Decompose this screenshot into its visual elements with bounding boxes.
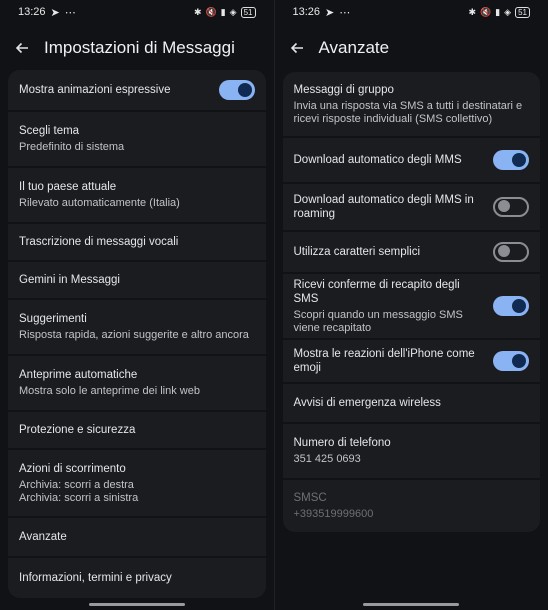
setting-emergency-alerts[interactable]: Avvisi di emergenza wireless: [282, 384, 540, 424]
setting-title: Gemini in Messaggi: [19, 274, 120, 286]
setting-title: Mostra le reazioni dell'iPhone come emoj…: [293, 348, 475, 374]
setting-title: Ricevi conferme di recapito degli SMS: [293, 278, 460, 305]
setting-sms-delivery-reports[interactable]: Ricevi conferme di recapito degli SMS Sco…: [282, 274, 540, 340]
setting-mms-roaming[interactable]: Download automatico degli MMS in roaming: [282, 184, 540, 232]
telegram-icon: ➤: [50, 6, 60, 19]
setting-title: Trascrizione di messaggi vocali: [19, 236, 179, 248]
setting-subtitle: +393519999600: [293, 508, 374, 520]
app-bar: Avanzate: [275, 30, 548, 66]
advanced-card: Messaggi di gruppo Invia una risposta via…: [282, 72, 541, 532]
expressive-animations-toggle[interactable]: [218, 80, 255, 100]
gesture-nav-bar[interactable]: [88, 603, 185, 606]
signal-icon: ▮: [220, 6, 226, 17]
setting-swipe-actions[interactable]: Azioni di scorrimento Archivia: scorri a …: [8, 450, 266, 518]
back-arrow-icon[interactable]: [12, 38, 32, 58]
status-bar: 13:26 ➤ ⋯ ✱ 🔇 ▮ ◈ 51: [0, 0, 274, 24]
setting-subtitle: Mostra solo le anteprime dei link web: [19, 385, 200, 397]
setting-expressive-animations[interactable]: Mostra animazioni espressive: [8, 70, 266, 112]
gesture-nav-bar[interactable]: [363, 603, 460, 606]
telegram-icon: ➤: [325, 6, 335, 19]
status-time: 13:26: [292, 6, 321, 18]
bluetooth-icon: ✱: [468, 6, 476, 17]
more-notifications-icon: ⋯: [339, 6, 351, 19]
setting-voice-transcription[interactable]: Trascrizione di messaggi vocali: [8, 224, 266, 262]
setting-subtitle: 351 425 0693: [293, 453, 361, 465]
advanced-list: Messaggi di gruppo Invia una risposta via…: [282, 72, 541, 532]
sms-delivery-reports-toggle[interactable]: [493, 296, 529, 316]
settings-card: Mostra animazioni espressive Scegli tema…: [8, 70, 266, 598]
wifi-icon: ◈: [504, 6, 512, 17]
mms-roaming-toggle[interactable]: [493, 197, 529, 217]
setting-subtitle: Rilevato automaticamente (Italia): [19, 197, 180, 209]
setting-title: Azioni di scorrimento: [19, 462, 126, 475]
setting-subtitle: Scopri quando un messaggio SMS viene rec…: [293, 308, 463, 334]
battery-icon: 51: [240, 6, 256, 18]
setting-title: Avvisi di emergenza wireless: [293, 397, 441, 409]
setting-title: Il tuo paese attuale: [19, 181, 117, 193]
setting-iphone-reactions[interactable]: Mostra le reazioni dell'iPhone come emoj…: [282, 340, 540, 384]
setting-phone-number[interactable]: Numero di telefono 351 425 0693: [282, 424, 540, 480]
wifi-icon: ◈: [229, 6, 237, 17]
bluetooth-icon: ✱: [193, 6, 202, 17]
setting-title: Download automatico degli MMS in roaming: [293, 194, 474, 220]
setting-group-messages[interactable]: Messaggi di gruppo Invia una risposta via…: [282, 72, 540, 138]
setting-title: Anteprime automatiche: [19, 369, 138, 381]
more-notifications-icon: ⋯: [64, 6, 76, 19]
setting-subtitle: Predefinito di sistema: [19, 141, 125, 153]
simple-characters-toggle[interactable]: [493, 242, 529, 262]
setting-title: Suggerimenti: [19, 313, 87, 325]
setting-subtitle: Invia una risposta via SMS a tutti i des…: [293, 99, 523, 125]
mute-icon: 🔇: [205, 6, 217, 17]
setting-country[interactable]: Il tuo paese attuale Rilevato automaticam…: [8, 168, 266, 224]
page-title: Impostazioni di Messaggi: [44, 38, 235, 57]
setting-simple-characters[interactable]: Utilizza caratteri semplici: [282, 232, 540, 274]
setting-title: Mostra animazioni espressive: [19, 84, 171, 96]
setting-title: SMSC: [293, 492, 327, 504]
setting-title: Avanzate: [19, 531, 67, 543]
back-arrow-icon[interactable]: [287, 38, 307, 58]
setting-subtitle: Archivia: scorri a destra: [19, 478, 134, 491]
setting-suggestions[interactable]: Suggerimenti Risposta rapida, azioni sugg…: [8, 300, 266, 356]
setting-mms-autodownload[interactable]: Download automatico degli MMS: [282, 138, 540, 184]
mute-icon: 🔇: [480, 6, 492, 17]
setting-protection[interactable]: Protezione e sicurezza: [8, 412, 266, 450]
battery-icon: 51: [515, 6, 530, 18]
setting-title: Scegli tema: [19, 125, 80, 137]
setting-advanced[interactable]: Avanzate: [8, 518, 266, 558]
signal-icon: ▮: [495, 6, 501, 17]
setting-auto-previews[interactable]: Anteprime automatiche Mostra solo le ante…: [8, 356, 266, 412]
setting-theme[interactable]: Scegli tema Predefinito di sistema: [8, 112, 266, 168]
setting-title: Download automatico degli MMS: [293, 154, 462, 166]
settings-screen: 13:26 ➤ ⋯ ✱ 🔇 ▮ ◈ 51 Impostazioni di Mes…: [0, 0, 274, 610]
page-title: Avanzate: [318, 38, 390, 57]
status-time: 13:26: [18, 6, 46, 18]
setting-title: Numero di telefono: [293, 437, 391, 449]
setting-title: Protezione e sicurezza: [19, 424, 136, 436]
advanced-screen: 13:26 ➤ ⋯ ✱ 🔇 ▮ ◈ 51 Avanzate Messaggi d…: [273, 0, 548, 610]
status-bar: 13:26 ➤ ⋯ ✱ 🔇 ▮ ◈ 51: [275, 0, 548, 24]
setting-gemini[interactable]: Gemini in Messaggi: [8, 262, 266, 300]
app-bar: Impostazioni di Messaggi: [0, 30, 274, 66]
setting-title: Messaggi di gruppo: [293, 83, 394, 96]
setting-title: Utilizza caratteri semplici: [293, 246, 421, 258]
iphone-reactions-toggle[interactable]: [493, 351, 529, 371]
setting-smsc: SMSC +393519999600: [283, 480, 541, 532]
mms-autodownload-toggle[interactable]: [493, 150, 529, 170]
setting-title: Informazioni, termini e privacy: [19, 572, 172, 584]
setting-about[interactable]: Informazioni, termini e privacy: [8, 558, 266, 598]
setting-subtitle-2: Archivia: scorri a sinistra: [19, 491, 139, 504]
setting-subtitle: Risposta rapida, azioni suggerite e altr…: [19, 329, 249, 341]
settings-list: Mostra animazioni espressive Scegli tema…: [8, 70, 266, 598]
